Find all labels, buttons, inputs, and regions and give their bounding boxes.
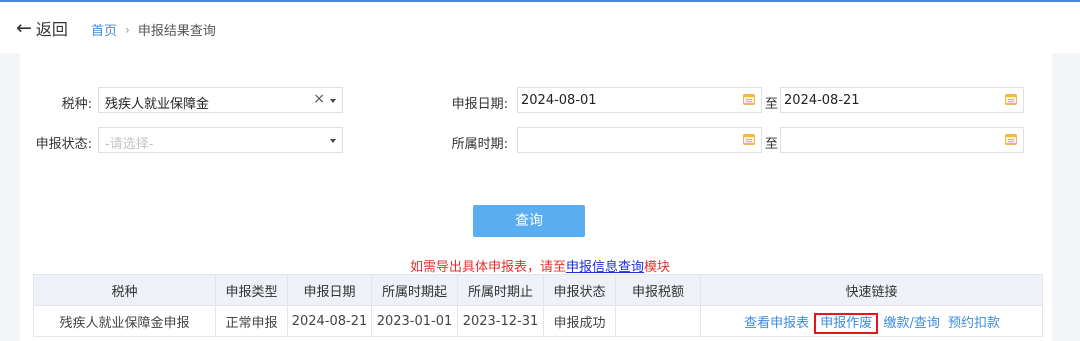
period-to-label: 至 — [765, 137, 779, 152]
results-table: 税种 申报类型 申报日期 所属时期起 所属时期止 申报状态 申报税额 快速链接 … — [33, 274, 1043, 337]
column-header: 申报类型 — [215, 274, 288, 306]
column-header: 所属时期止 — [457, 274, 544, 306]
clear-icon[interactable]: × — [313, 91, 325, 107]
tax-type-label: 税种: — [61, 97, 92, 112]
chevron-right-icon: › — [125, 22, 130, 37]
column-header: 申报状态 — [543, 274, 616, 306]
column-header: 申报税额 — [615, 274, 701, 306]
column-header: 申报日期 — [287, 274, 372, 306]
declare-date-from-value: 2024-08-01 — [521, 93, 597, 108]
breadcrumb-home[interactable]: 首页 — [91, 20, 117, 39]
cell-amount — [615, 305, 701, 337]
table-row: 残疾人就业保障金申报 正常申报 2024-08-21 2023-01-01 20… — [33, 305, 1043, 337]
calendar-icon[interactable] — [1005, 94, 1017, 105]
scheduled-deduction-link[interactable]: 预约扣款 — [948, 316, 1000, 331]
back-label: 返回 — [35, 20, 68, 39]
declare-date-to[interactable]: 2024-08-21 — [780, 87, 1024, 113]
notice-text-before: 如需导出具体申报表，请至 — [409, 260, 566, 275]
tax-type-select[interactable]: 残疾人就业保障金 × — [98, 87, 343, 113]
cell-quick-links: 查看申报表 申报作废 缴款/查询 预约扣款 — [700, 305, 1043, 337]
period-from[interactable] — [517, 127, 762, 153]
table-header-row: 税种 申报类型 申报日期 所属时期起 所属时期止 申报状态 申报税额 快速链接 — [33, 274, 1043, 306]
column-header: 所属时期起 — [371, 274, 458, 306]
cell-date: 2024-08-21 — [287, 305, 372, 337]
caret-down-icon[interactable] — [330, 139, 336, 143]
notice-text-after: 模块 — [644, 260, 671, 275]
declare-date-from[interactable]: 2024-08-01 — [517, 87, 762, 113]
back-button[interactable]: ← 返回 — [16, 17, 68, 39]
void-declaration-link[interactable]: 申报作废 — [814, 312, 879, 334]
page-header: ← 返回 首页 › 申报结果查询 — [0, 2, 1080, 53]
export-notice: 如需导出具体申报表，请至申报信息查询模块 — [0, 256, 1080, 275]
arrow-left-icon: ← — [16, 16, 32, 39]
view-declaration-link[interactable]: 查看申报表 — [744, 316, 809, 331]
breadcrumb-current: 申报结果查询 — [137, 24, 216, 39]
payment-query-link[interactable]: 缴款/查询 — [883, 316, 939, 331]
caret-down-icon[interactable] — [330, 99, 336, 103]
cell-tax: 残疾人就业保障金申报 — [33, 305, 216, 337]
calendar-icon[interactable] — [743, 94, 755, 105]
status-label: 申报状态: — [35, 137, 92, 152]
period-label: 所属时期: — [451, 137, 508, 152]
cell-period-end: 2023-12-31 — [457, 305, 544, 337]
tax-type-value: 残疾人就业保障金 — [105, 97, 210, 112]
calendar-icon[interactable] — [1005, 134, 1017, 145]
query-button[interactable]: 查询 — [473, 205, 585, 237]
column-header: 税种 — [33, 274, 216, 306]
cell-type: 正常申报 — [215, 305, 288, 337]
declare-date-to-label: 至 — [765, 97, 779, 112]
breadcrumb: 首页 › 申报结果查询 — [91, 20, 216, 40]
status-select[interactable]: -请选择- — [98, 127, 343, 153]
declare-date-label: 申报日期: — [451, 97, 508, 112]
column-header: 快速链接 — [700, 274, 1043, 306]
period-to[interactable] — [780, 127, 1024, 153]
status-placeholder: -请选择- — [105, 137, 154, 152]
cell-status: 申报成功 — [543, 305, 616, 337]
cell-period-start: 2023-01-01 — [371, 305, 458, 337]
declare-info-query-link[interactable]: 申报信息查询 — [566, 260, 644, 275]
calendar-icon[interactable] — [743, 134, 755, 145]
declare-date-to-value: 2024-08-21 — [784, 93, 860, 108]
